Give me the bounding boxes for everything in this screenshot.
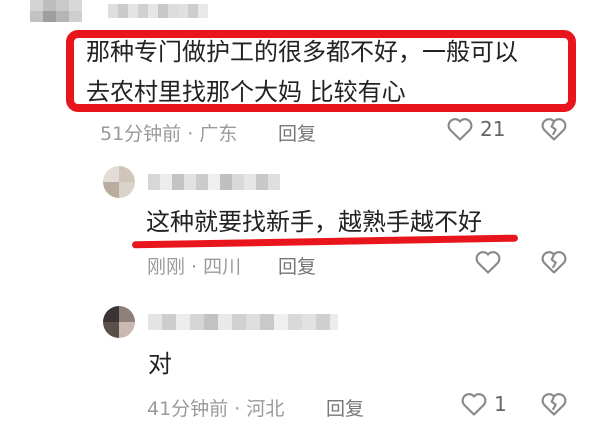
like-button[interactable]: 21 [446, 116, 505, 142]
comment-time: 41分钟前 [147, 398, 229, 420]
comment-text-line1: 那种专门做护工的很多都不好，一般可以 [86, 38, 518, 66]
dislike-button[interactable] [540, 391, 568, 421]
comment-text-line2: 去农村里找那个大妈 比较有心 [86, 78, 406, 106]
comment-text: 对 [148, 350, 172, 378]
comment-meta: 刚刚 · 四川 [147, 256, 242, 278]
comment-location: 河北 [246, 398, 285, 420]
heart-icon [461, 393, 487, 416]
like-count: 1 [494, 392, 507, 416]
username-blurred[interactable] [108, 4, 238, 18]
avatar[interactable] [30, 0, 82, 22]
comment-location: 广东 [199, 123, 238, 145]
like-button[interactable]: 1 [460, 391, 507, 417]
avatar[interactable] [103, 306, 135, 338]
comment-meta: 51分钟前 · 广东 [100, 123, 238, 145]
dislike-button[interactable] [540, 116, 568, 146]
comment-location: 四川 [203, 256, 242, 278]
reply-button[interactable]: 回复 [278, 252, 316, 279]
broken-heart-icon [541, 393, 567, 416]
broken-heart-icon [541, 118, 567, 141]
comment-meta: 41分钟前 · 河北 [147, 398, 285, 420]
avatar[interactable] [103, 166, 135, 198]
broken-heart-icon [541, 251, 567, 274]
dislike-button[interactable] [540, 249, 568, 279]
username-blurred[interactable] [148, 174, 288, 190]
reply-button[interactable]: 回复 [278, 119, 316, 146]
like-count: 21 [480, 117, 506, 141]
comment-time: 刚刚 [147, 256, 186, 278]
like-button[interactable] [474, 249, 502, 279]
heart-icon [475, 251, 501, 274]
comment-time: 51分钟前 [100, 123, 182, 145]
heart-icon [447, 118, 473, 141]
reply-button[interactable]: 回复 [326, 394, 364, 421]
username-blurred[interactable] [148, 314, 338, 330]
